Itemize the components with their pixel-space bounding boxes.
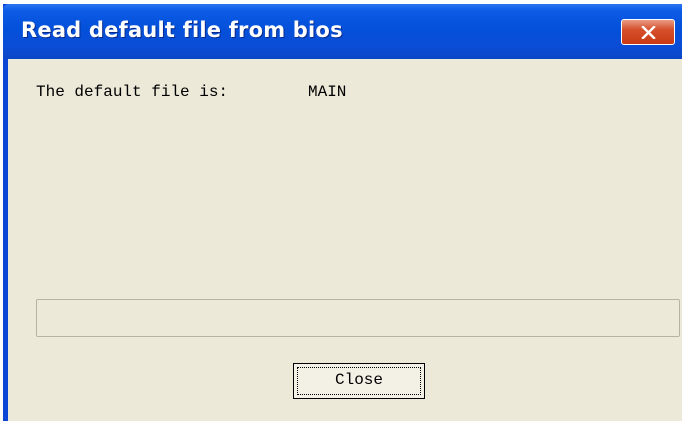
dialog-window: Read default file from bios The default … (3, 4, 682, 421)
close-button[interactable]: Close (293, 363, 425, 399)
window-close-button[interactable] (621, 19, 675, 45)
default-file-value: MAIN (308, 83, 347, 101)
progress-bar (36, 299, 680, 337)
dialog-body: The default file is: MAIN Close (8, 59, 682, 421)
window-title: Read default file from bios (21, 18, 343, 42)
close-button-label: Close (334, 371, 383, 389)
close-x-icon (641, 26, 656, 39)
title-bar[interactable]: Read default file from bios (3, 4, 682, 59)
default-file-label: The default file is: (36, 83, 229, 101)
